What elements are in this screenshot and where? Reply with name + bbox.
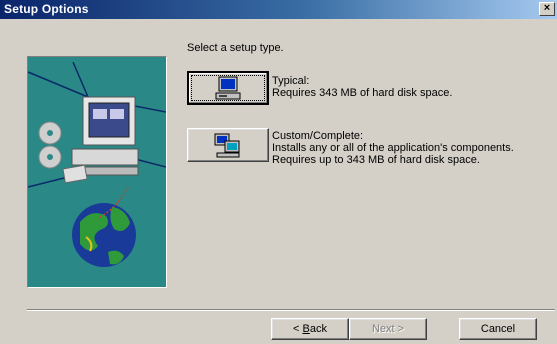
button-separator	[27, 309, 555, 311]
custom-complete-setup-button[interactable]	[187, 128, 269, 162]
typical-option-title: Typical:	[272, 75, 310, 87]
setup-type-prompt: Select a setup type.	[187, 42, 284, 54]
window-title: Setup Options	[4, 2, 89, 16]
setup-illustration	[27, 56, 167, 288]
typical-setup-button[interactable]	[187, 71, 269, 105]
title-bar[interactable]: Setup Options ×	[0, 0, 557, 19]
back-rest: ack	[309, 323, 327, 335]
back-button[interactable]: < Back	[271, 318, 349, 340]
close-button[interactable]: ×	[539, 2, 555, 16]
close-icon: ×	[543, 2, 551, 14]
network-computers-icon	[214, 133, 240, 158]
computer-icon	[215, 76, 241, 100]
typical-option-description: Requires 343 MB of hard disk space.	[272, 87, 453, 99]
custom-option-description: Installs any or all of the application's…	[272, 142, 514, 166]
back-prefix: <	[293, 323, 303, 335]
computer-globe-illustration-icon	[28, 61, 166, 267]
custom-option-title: Custom/Complete:	[272, 130, 364, 142]
back-accelerator: B	[302, 323, 310, 335]
setup-options-window: Setup Options × Select a setup type. Typ…	[0, 0, 557, 344]
next-button[interactable]: Next >	[349, 318, 427, 340]
cancel-button[interactable]: Cancel	[459, 318, 537, 340]
